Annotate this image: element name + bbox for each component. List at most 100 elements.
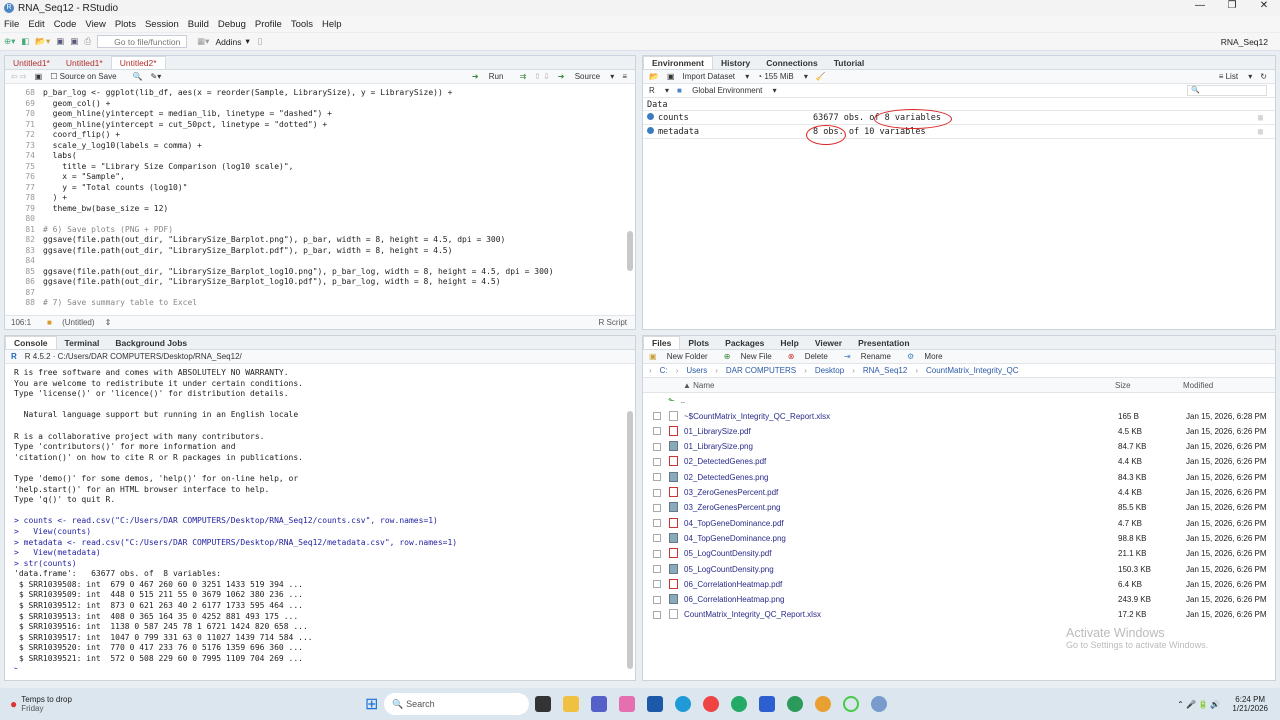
file-row[interactable]: 04_TopGeneDominance.pdf 4.7 KB Jan 15, 202…: [643, 516, 1275, 531]
file-name[interactable]: 03_ZeroGenesPercent.png: [684, 500, 1118, 515]
more-button[interactable]: ⚙ More: [907, 352, 951, 361]
chrome-profile-icon[interactable]: [731, 696, 748, 712]
tab-untitled2[interactable]: Untitled2*: [110, 56, 166, 69]
file-row[interactable]: 01_LibrarySize.png 84.7 KB Jan 15, 2026, 6…: [643, 439, 1275, 454]
menu-profile[interactable]: Profile: [255, 19, 282, 30]
breadcrumb-item[interactable]: C:: [660, 366, 668, 375]
task-view-icon[interactable]: [535, 696, 552, 712]
console-scrollbar[interactable]: [627, 411, 633, 669]
menu-edit[interactable]: Edit: [28, 19, 44, 30]
tab-environment[interactable]: Environment: [643, 56, 713, 69]
up-icon[interactable]: ⇧ ⇩: [534, 72, 550, 81]
view-mode-selector[interactable]: ≡ List ▾: [1219, 72, 1253, 81]
menu-view[interactable]: View: [85, 19, 105, 30]
file-row[interactable]: 04_TopGeneDominance.png 98.8 KB Jan 15, 20…: [643, 531, 1275, 546]
parent-directory-row[interactable]: ⬑..: [643, 393, 1275, 408]
file-row[interactable]: 05_LogCountDensity.png 150.3 KB Jan 15, 20…: [643, 562, 1275, 577]
file-row[interactable]: 03_ZeroGenesPercent.pdf 4.4 KB Jan 15, 202…: [643, 485, 1275, 500]
file-row[interactable]: 02_DetectedGenes.png 84.3 KB Jan 15, 2026,…: [643, 470, 1275, 485]
file-checkbox[interactable]: [653, 519, 661, 528]
file-row[interactable]: 05_LogCountDensity.pdf 21.1 KB Jan 15, 202…: [643, 546, 1275, 561]
chrome-icon[interactable]: [703, 696, 720, 712]
scope-selector[interactable]: ■ (Untitled) ⇕: [47, 318, 111, 327]
taskbar-search[interactable]: 🔍 Search: [384, 693, 530, 715]
breadcrumb-item[interactable]: RNA_Seq12: [863, 366, 907, 375]
file-checkbox[interactable]: [653, 549, 661, 558]
tab-plots[interactable]: Plots: [680, 337, 717, 349]
file-name[interactable]: 06_CorrelationHeatmap.png: [684, 592, 1118, 607]
file-checkbox[interactable]: [653, 595, 661, 604]
delete-button[interactable]: ⊗ Delete: [788, 352, 836, 361]
open-file-icon[interactable]: 📂▾: [35, 36, 50, 47]
file-name[interactable]: 01_LibrarySize.pdf: [684, 424, 1118, 439]
clock-time[interactable]: 6:24 PM: [1232, 695, 1268, 704]
modified-column-header[interactable]: Modified: [1183, 378, 1213, 392]
file-checkbox[interactable]: [653, 473, 661, 482]
save-icon[interactable]: ▣: [35, 72, 43, 81]
file-name[interactable]: 02_DetectedGenes.png: [684, 470, 1118, 485]
menu-debug[interactable]: Debug: [218, 19, 246, 30]
tab-background-jobs[interactable]: Background Jobs: [107, 337, 195, 349]
environment-search-input[interactable]: 🔍: [1187, 85, 1267, 96]
tab-files[interactable]: Files: [643, 336, 681, 349]
file-name[interactable]: 06_CorrelationHeatmap.pdf: [684, 577, 1118, 592]
tab-untitled1[interactable]: Untitled1*: [58, 57, 111, 69]
project-menu[interactable]: RNA_Seq12: [1221, 37, 1268, 47]
wand-icon[interactable]: ✎▾: [151, 72, 162, 81]
file-row[interactable]: 01_LibrarySize.pdf 4.5 KB Jan 15, 2026, 6:…: [643, 424, 1275, 439]
menu-tools[interactable]: Tools: [291, 19, 313, 30]
file-name[interactable]: 01_LibrarySize.png: [684, 439, 1118, 454]
file-checkbox[interactable]: [653, 610, 661, 619]
menu-file[interactable]: File: [4, 19, 19, 30]
save-icon[interactable]: ▣: [56, 36, 64, 47]
file-checkbox[interactable]: [653, 580, 661, 589]
menu-build[interactable]: Build: [188, 19, 209, 30]
copilot-icon[interactable]: [619, 696, 636, 712]
system-tray-icons[interactable]: ⌃ 🎤 🔋 🔊: [1177, 700, 1220, 709]
store-icon[interactable]: [647, 696, 664, 712]
breadcrumb-item[interactable]: Users: [686, 366, 707, 375]
file-checkbox[interactable]: [653, 412, 661, 421]
weather-widget[interactable]: ● Temps to drop Friday: [10, 695, 365, 713]
file-row[interactable]: 06_CorrelationHeatmap.png 243.9 KB Jan 15,…: [643, 592, 1275, 607]
app-ring-icon[interactable]: [843, 696, 860, 712]
rerun-icon[interactable]: ⇉: [519, 72, 526, 81]
tab-tutorial[interactable]: Tutorial: [826, 57, 873, 69]
close-button[interactable]: ✕: [1248, 0, 1280, 11]
breadcrumb-item[interactable]: CountMatrix_Integrity_QC: [926, 366, 1018, 375]
minimize-button[interactable]: —: [1184, 0, 1216, 11]
console-output[interactable]: R is free software and comes with ABSOLU…: [5, 364, 635, 669]
clear-broom-icon[interactable]: 🧹: [816, 72, 826, 81]
file-row[interactable]: CountMatrix_Integrity_QC_Report.xlsx 17.2…: [643, 607, 1275, 622]
breadcrumb-item[interactable]: DAR COMPUTERS: [726, 366, 796, 375]
file-checkbox[interactable]: [653, 442, 661, 451]
new-file-button[interactable]: ⊕ New File: [724, 352, 780, 361]
file-row[interactable]: 06_CorrelationHeatmap.pdf 6.4 KB Jan 15, 2…: [643, 577, 1275, 592]
save-all-icon[interactable]: ▣: [70, 36, 78, 47]
goto-file-input[interactable]: Go to file/function: [97, 35, 188, 48]
chrome-alt-icon[interactable]: [815, 696, 832, 712]
scope-selector[interactable]: ■ Global Environment ▾: [677, 86, 777, 95]
menu-session[interactable]: Session: [145, 19, 179, 30]
tab-history[interactable]: History: [713, 57, 758, 69]
menu-plots[interactable]: Plots: [115, 19, 136, 30]
file-checkbox[interactable]: [653, 565, 661, 574]
new-project-icon[interactable]: ◧: [21, 36, 29, 47]
tab-help[interactable]: Help: [772, 337, 806, 349]
file-name[interactable]: 05_LogCountDensity.pdf: [684, 546, 1118, 561]
pane-layout-icon[interactable]: ▯: [258, 36, 263, 47]
file-checkbox[interactable]: [653, 457, 661, 466]
environment-row[interactable]: counts 63677 obs. of 8 variables ▦: [643, 111, 1275, 125]
import-dataset-button[interactable]: Import Dataset ▾: [683, 72, 750, 81]
teams-icon[interactable]: [591, 696, 608, 712]
clock-date[interactable]: 1/21/2026: [1232, 704, 1268, 713]
edge-icon[interactable]: [675, 696, 692, 712]
file-row[interactable]: 02_DetectedGenes.pdf 4.4 KB Jan 15, 2026, …: [643, 454, 1275, 469]
source-button[interactable]: ➜ Source ▾: [558, 72, 615, 81]
back-icon[interactable]: ⇦ ⇨: [11, 72, 27, 81]
tab-presentation[interactable]: Presentation: [850, 337, 918, 349]
run-button[interactable]: ➜ Run: [472, 72, 512, 81]
search-icon[interactable]: 🔍: [133, 72, 143, 81]
breadcrumb-item[interactable]: Desktop: [815, 366, 844, 375]
refresh-icon[interactable]: ↻: [1260, 72, 1267, 81]
